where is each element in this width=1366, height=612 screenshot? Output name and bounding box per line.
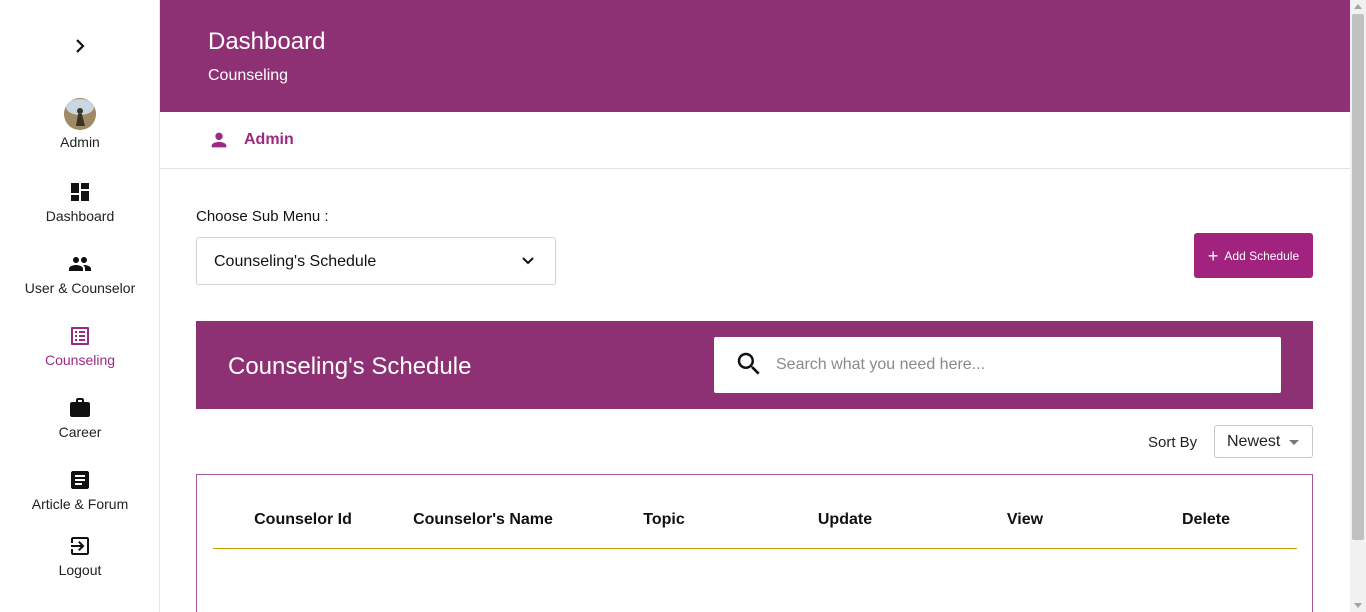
sidebar-item-user-counselor[interactable]: User & Counselor <box>0 252 160 296</box>
sidebar-item-career[interactable]: Career <box>0 396 160 440</box>
add-schedule-label: Add Schedule <box>1224 248 1300 263</box>
user-bar: Admin <box>160 112 1350 169</box>
scroll-up-arrow-icon[interactable] <box>1354 4 1362 9</box>
submenu-selected-value: Counseling's Schedule <box>214 253 377 270</box>
user-name[interactable]: Admin <box>244 131 294 149</box>
scroll-down-arrow-icon[interactable] <box>1354 603 1362 608</box>
submenu-select[interactable]: Counseling's Schedule <box>196 237 556 285</box>
sidebar-item-label: Counseling <box>44 352 116 368</box>
column-header-delete: Delete <box>1181 511 1231 528</box>
search-input[interactable] <box>776 347 1256 383</box>
sidebar-item-logout[interactable]: Logout <box>0 534 160 578</box>
dashboard-icon <box>71 183 89 201</box>
sidebar-item-admin[interactable]: Admin <box>0 98 160 150</box>
page-scrollbar[interactable] <box>1350 0 1366 612</box>
caret-down-icon <box>1289 440 1299 445</box>
logout-icon <box>71 537 89 555</box>
sort-selected-value: Newest <box>1227 433 1281 450</box>
column-header-view: View <box>1006 511 1044 528</box>
article-icon <box>71 471 89 489</box>
plus-icon: + <box>1207 245 1219 266</box>
avatar <box>64 98 96 130</box>
app-root: Admin Dashboard User & Counselor Counsel… <box>0 0 1366 612</box>
column-header-counselor-name: Counselor's Name <box>413 511 553 528</box>
search-box <box>714 337 1281 393</box>
sidebar-item-label: Dashboard <box>45 208 115 224</box>
list-alt-icon <box>71 327 89 345</box>
briefcase-icon <box>70 398 90 417</box>
sidebar: Admin Dashboard User & Counselor Counsel… <box>0 0 160 612</box>
chevron-right-icon <box>76 39 85 53</box>
chevron-down-icon <box>522 257 534 265</box>
sidebar-toggle-button[interactable] <box>70 34 90 58</box>
banner-title: Counseling's Schedule <box>228 353 472 380</box>
sidebar-item-label: Article & Forum <box>31 496 129 512</box>
sidebar-item-article-forum[interactable]: Article & Forum <box>0 468 160 512</box>
sidebar-item-label: Career <box>58 424 102 440</box>
page-subtitle: Counseling <box>208 67 289 84</box>
page-title: Dashboard <box>208 28 326 55</box>
sidebar-item-counseling[interactable]: Counseling <box>0 324 160 368</box>
add-schedule-button[interactable]: + Add Schedule <box>1194 233 1313 278</box>
sidebar-item-label: User & Counselor <box>24 280 136 296</box>
submenu-label: Choose Sub Menu : <box>196 208 329 225</box>
schedule-table: Counselor Id Counselor's Name Topic Upda… <box>196 474 1313 612</box>
sidebar-item-label: Logout <box>58 562 102 578</box>
person-icon <box>211 132 227 148</box>
sidebar-item-label: Admin <box>60 134 100 150</box>
search-icon <box>737 352 760 375</box>
column-header-update: Update <box>817 511 873 528</box>
schedule-banner: Counseling's Schedule <box>196 321 1313 409</box>
column-header-topic: Topic <box>643 511 685 528</box>
sidebar-item-dashboard[interactable]: Dashboard <box>0 180 160 224</box>
scrollbar-thumb[interactable] <box>1352 14 1364 540</box>
sort-select[interactable]: Newest <box>1214 425 1313 458</box>
table-header: Counselor Id Counselor's Name Topic Upda… <box>213 475 1297 549</box>
sort-label: Sort By <box>1148 434 1198 451</box>
people-icon <box>69 257 91 271</box>
column-header-counselor-id: Counselor Id <box>254 511 352 528</box>
page-header: Dashboard Counseling <box>160 0 1350 112</box>
